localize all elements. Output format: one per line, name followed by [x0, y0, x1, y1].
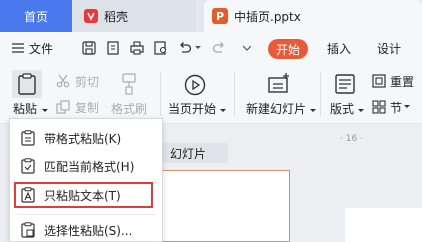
- tab-home-label: 首页: [23, 9, 48, 24]
- new-slide-icon: [268, 73, 289, 93]
- menu-item-label: 选择性粘贴(S)...: [44, 223, 133, 238]
- tab-design[interactable]: 设计: [377, 32, 401, 64]
- copy-icon: [56, 100, 70, 114]
- tab-home[interactable]: 首页: [0, 0, 72, 32]
- ribbon-divider: [234, 72, 235, 116]
- section-label: 节: [390, 100, 403, 115]
- menu-item-match-format[interactable]: 匹配当前格式(H): [10, 153, 162, 179]
- clipboard-icon: [18, 73, 36, 95]
- paste-text-icon: [21, 187, 35, 203]
- presentation-file-icon: P: [212, 8, 228, 24]
- play-from-current-button[interactable]: [182, 72, 208, 98]
- more-options-icon[interactable]: [243, 32, 251, 64]
- tab-insert[interactable]: 插入: [327, 32, 351, 64]
- format-painter-button[interactable]: [118, 72, 140, 96]
- tab-document-label: 中插页.pptx: [234, 9, 301, 24]
- copy-button[interactable]: 复制: [56, 99, 99, 115]
- wps-logo-icon: [84, 9, 98, 23]
- ruler-mark: · 16 ·: [340, 134, 363, 144]
- chevron-down-icon: [404, 105, 411, 108]
- tab-wps[interactable]: 稻壳: [72, 0, 196, 32]
- layout-icon: [335, 74, 355, 94]
- paste-dropdown[interactable]: 粘贴: [13, 100, 48, 117]
- file-menu[interactable]: 文件: [12, 32, 53, 64]
- redo-button[interactable]: [212, 32, 226, 64]
- export-pdf-button[interactable]: [106, 32, 120, 64]
- format-painter-label: 格式刷: [111, 102, 148, 116]
- redo-icon: [212, 42, 224, 53]
- tab-wps-label: 稻壳: [104, 9, 129, 24]
- hamburger-icon: [12, 43, 24, 53]
- ruler: · 16 ·: [340, 134, 422, 148]
- save-icon: [82, 41, 96, 55]
- menu-item-label: 只粘贴文本(T): [44, 188, 121, 203]
- reset-label: 重置: [390, 74, 415, 89]
- section-dropdown[interactable]: 节: [372, 99, 411, 115]
- new-slide-label: 新建幻灯片: [246, 102, 307, 116]
- paste-icon: [21, 130, 35, 146]
- menu-item-paste-special[interactable]: 选择性粘贴(S)...: [10, 217, 162, 242]
- menu-bar: 文件 开始 插入 设计: [0, 32, 422, 64]
- new-slide-button[interactable]: [266, 71, 292, 97]
- layout-label: 版式: [330, 102, 355, 116]
- chevron-down-icon: [357, 109, 364, 112]
- print-icon: [130, 41, 144, 55]
- tab-document[interactable]: P 中插页.pptx: [204, 0, 422, 32]
- file-menu-label: 文件: [29, 41, 54, 56]
- scissors-icon: [56, 74, 70, 88]
- reset-button[interactable]: 重置: [372, 73, 414, 89]
- slide-canvas[interactable]: [345, 208, 422, 242]
- paste-options-menu: 带格式粘贴(K) 匹配当前格式(H) 只粘贴文本(T) 选择性粘贴(S)...: [9, 118, 163, 242]
- menu-item-paste-text-only[interactable]: 只粘贴文本(T): [10, 182, 162, 208]
- tab-start[interactable]: 开始: [268, 39, 308, 59]
- paste-label: 粘贴: [13, 102, 38, 116]
- paste-special-icon: [21, 222, 35, 238]
- slide-thumbnail[interactable]: [150, 170, 290, 242]
- undo-button[interactable]: [178, 32, 192, 64]
- brush-icon: [122, 73, 136, 95]
- menu-divider: [18, 214, 156, 215]
- slides-pane-tab-label: 幻灯片: [170, 146, 207, 161]
- save-button[interactable]: [82, 32, 96, 64]
- copy-label: 复制: [75, 100, 100, 115]
- undo-dropdown-icon[interactable]: [195, 32, 201, 64]
- section-icon: [372, 100, 386, 114]
- from-current-dropdown[interactable]: 当页开始: [168, 100, 226, 117]
- chevron-down-icon: [219, 109, 226, 112]
- undo-icon: [180, 42, 192, 53]
- chevron-down-icon: [309, 109, 316, 112]
- layout-dropdown[interactable]: 版式: [330, 100, 364, 117]
- paste-match-icon: [21, 158, 35, 174]
- cut-button[interactable]: 剪切: [56, 73, 99, 89]
- chevron-down-icon: [41, 109, 48, 112]
- print-preview-icon: [154, 41, 167, 55]
- layout-button[interactable]: [333, 72, 357, 96]
- menu-item-label: 带格式粘贴(K): [44, 131, 122, 146]
- new-slide-dropdown[interactable]: 新建幻灯片: [246, 100, 316, 117]
- ribbon-divider: [320, 72, 321, 116]
- tab-bar: 首页 稻壳 P 中插页.pptx: [0, 0, 422, 32]
- paste-button[interactable]: [12, 70, 42, 98]
- print-button[interactable]: [130, 32, 144, 64]
- menu-item-paste-with-format[interactable]: 带格式粘贴(K): [10, 125, 162, 151]
- menu-item-label: 匹配当前格式(H): [44, 159, 135, 174]
- play-icon: [184, 74, 206, 96]
- reset-icon: [372, 74, 386, 88]
- ribbon-divider: [160, 72, 161, 116]
- from-current-label: 当页开始: [168, 102, 217, 116]
- print-preview-button[interactable]: [154, 32, 168, 64]
- export-icon: [107, 41, 119, 55]
- cut-label: 剪切: [75, 74, 100, 89]
